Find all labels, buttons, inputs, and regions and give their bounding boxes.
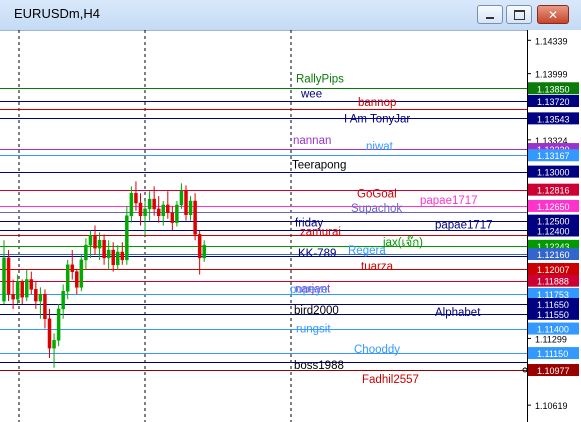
level-price-tag-label: 1.13850 xyxy=(537,84,570,94)
candle-body xyxy=(134,192,138,204)
candle-body xyxy=(179,190,184,206)
level-name-label: Regera xyxy=(348,245,386,257)
level-name-label: bannop xyxy=(358,97,396,109)
candle-body xyxy=(56,308,61,341)
candle-body xyxy=(170,212,175,223)
minimize-button[interactable] xyxy=(477,5,503,24)
candle-body xyxy=(61,291,65,310)
candle-body xyxy=(97,240,102,249)
candle-body xyxy=(102,240,106,259)
candle-body xyxy=(38,293,43,302)
candle-body xyxy=(84,244,88,261)
level-price-tag-label: 1.11400 xyxy=(537,325,569,335)
level-price-tag-label: 1.12400 xyxy=(537,226,570,236)
candle-body xyxy=(6,257,11,295)
level-name-label: nannan xyxy=(293,135,331,147)
candle-body xyxy=(116,251,120,266)
candle-body xyxy=(70,264,74,272)
level-name-label: jax(เจ๊ก) xyxy=(382,236,423,249)
level-name-label: niwat xyxy=(366,141,394,153)
candle-body xyxy=(2,257,6,302)
level-name-label: RallyPips xyxy=(296,73,344,85)
level-name-label: wee xyxy=(300,88,322,100)
level-price-tag-label: 1.11550 xyxy=(537,310,569,320)
candle-body xyxy=(52,340,56,349)
level-name-label: Alphabet xyxy=(435,307,481,319)
level-name-label: Supachok xyxy=(351,203,402,215)
candle-body xyxy=(111,249,115,266)
level-name-label: boss1988 xyxy=(294,360,344,372)
level-price-tag-label: 1.12816 xyxy=(537,186,570,196)
candle-body xyxy=(43,293,47,319)
candle-body xyxy=(138,202,143,217)
level-name-label: tuarza xyxy=(361,261,394,273)
level-name-label: zamurai xyxy=(300,226,341,238)
level-name-label: KK-789 xyxy=(298,248,336,260)
window-title: EURUSDm,H4 xyxy=(14,6,100,21)
level-price-tag-label: 1.13543 xyxy=(537,114,570,124)
candle-body xyxy=(120,251,125,261)
candle-body xyxy=(106,249,111,259)
candle-body xyxy=(47,318,52,349)
candle-body xyxy=(29,279,34,290)
candle-body xyxy=(125,215,129,261)
level-price-tag-label: 1.10977 xyxy=(537,366,570,376)
axis-tick-label: 1.14339 xyxy=(535,36,568,46)
title-bar[interactable]: EURUSDm,H4 ✕ xyxy=(0,0,581,31)
candle-body xyxy=(25,279,29,298)
candle-body xyxy=(193,200,197,235)
candle-body xyxy=(184,190,188,216)
axis-tick-label: 1.13999 xyxy=(535,70,568,80)
candle-body xyxy=(188,200,193,216)
level-price-tag-label: 1.13167 xyxy=(537,151,570,161)
level-price-tag-label: 1.13720 xyxy=(537,97,570,107)
maximize-icon xyxy=(513,9,525,20)
price-chart[interactable]: RallyPips wee bannop I Am TonyJar nannan niwa… xyxy=(0,30,581,422)
candle-body xyxy=(197,234,202,259)
maximize-button[interactable] xyxy=(506,5,532,24)
candle-body xyxy=(166,204,170,214)
level-name-label: I Am TonyJar xyxy=(344,113,410,125)
level-name-label: popeye xyxy=(290,284,328,296)
candle-body xyxy=(152,198,156,210)
level-name-label: GoGoal xyxy=(357,189,397,201)
candle-body xyxy=(147,198,152,210)
candle-body xyxy=(34,289,38,302)
level-name-label: rungsit xyxy=(296,324,331,336)
candle-body xyxy=(161,204,165,217)
candle-body xyxy=(15,281,20,300)
axis-tick-label: 1.11299 xyxy=(535,334,567,344)
level-price-tag-label: 1.11150 xyxy=(537,349,568,359)
candle-body xyxy=(129,192,134,217)
chart-canvas[interactable]: RallyPips wee bannop I Am TonyJar nannan niwa… xyxy=(0,30,581,422)
close-button[interactable]: ✕ xyxy=(537,5,569,24)
candle-body xyxy=(175,204,179,223)
candle-body xyxy=(156,208,161,217)
level-price-tag-label: 1.12160 xyxy=(537,250,570,260)
axis-tick-label: 1.10619 xyxy=(535,401,568,411)
candle-body xyxy=(75,271,79,288)
level-name-label: bird2000 xyxy=(294,305,339,317)
candle-body xyxy=(202,244,206,259)
level-name-label: Chooddy xyxy=(354,344,400,356)
level-name-label: papae1717 xyxy=(420,195,478,207)
candle-body xyxy=(93,235,97,249)
level-price-tag-label: 1.12650 xyxy=(537,202,570,212)
candle-body xyxy=(65,264,70,292)
level-name-label: papae1717 xyxy=(435,219,493,231)
level-price-tag-label: 1.12007 xyxy=(537,265,570,275)
chart-window[interactable]: EURUSDm,H4 ✕ RallyPips wee bannop I Am Tony… xyxy=(0,0,581,422)
level-name-label: Fadhil2557 xyxy=(362,374,419,386)
candle-body xyxy=(88,235,93,246)
level-price-tag-label: 1.13000 xyxy=(537,168,570,178)
candle-body xyxy=(11,293,15,300)
candle-body xyxy=(143,208,147,217)
minimize-icon xyxy=(486,16,494,19)
close-icon: ✕ xyxy=(547,7,559,22)
candle-body xyxy=(79,259,84,288)
level-name-label: Teerapong xyxy=(292,160,346,172)
candle-body xyxy=(20,281,24,298)
level-price-tag-label: 1.11888 xyxy=(537,277,569,287)
